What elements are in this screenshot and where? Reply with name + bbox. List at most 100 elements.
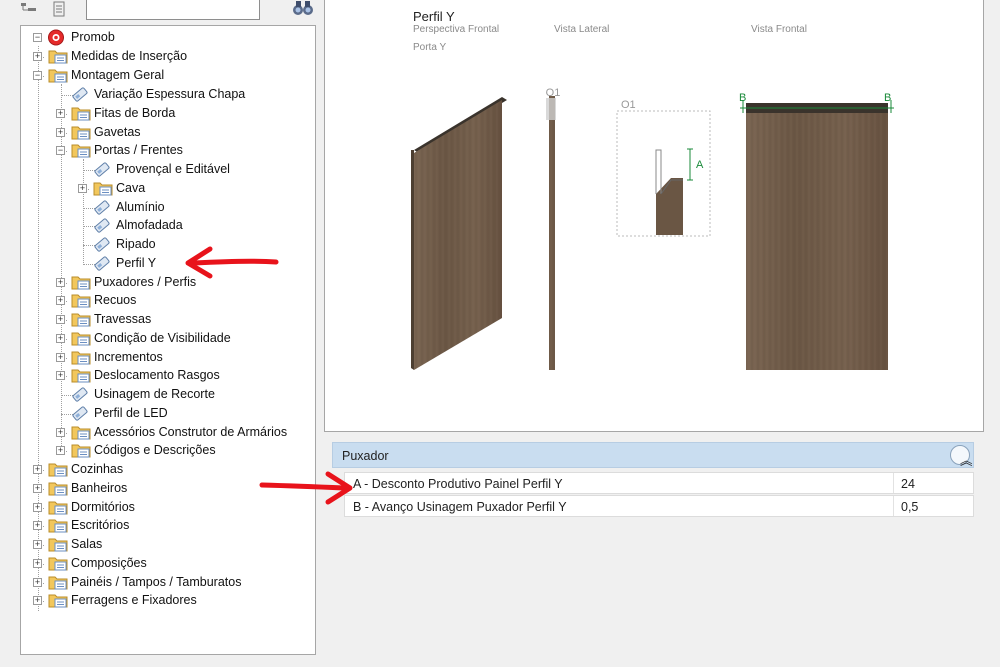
folder-icon	[71, 330, 91, 347]
tree-node[interactable]: Alumínio	[21, 199, 311, 217]
collapse-toggle[interactable]: −	[56, 146, 65, 155]
tree-node[interactable]: Usinagem de Recorte	[21, 386, 311, 404]
config-item-icon	[71, 386, 89, 403]
tree-node[interactable]: + Cava	[21, 180, 311, 198]
folder-icon	[48, 536, 68, 553]
list-view-icon[interactable]	[50, 1, 68, 17]
section-header-puxador[interactable]: Puxador ︽	[332, 442, 974, 468]
folder-icon	[48, 555, 68, 572]
tree-node-label: Portas / Frentes	[94, 143, 183, 157]
tree-node-label: Salas	[71, 537, 103, 551]
tree-node-label: Fitas de Borda	[94, 106, 176, 120]
folder-icon	[48, 480, 68, 497]
o1-marker-label: O1	[546, 87, 561, 99]
tree-node[interactable]: + Travessas	[21, 311, 311, 329]
tree-node-label: Provençal e Editável	[116, 162, 230, 176]
tree-node[interactable]: + Fitas de Borda	[21, 105, 311, 123]
expand-toggle[interactable]: +	[56, 128, 65, 137]
tree-node-label: Cava	[116, 181, 146, 195]
tree-node[interactable]: Almofadada	[21, 217, 311, 235]
collapse-section-button[interactable]: ︽	[950, 445, 973, 468]
expand-toggle[interactable]: +	[33, 484, 42, 493]
tree-node-label: Perfil Y	[116, 256, 157, 270]
perspective-door	[411, 97, 507, 370]
tree-node-label: Gavetas	[94, 125, 141, 139]
expand-toggle[interactable]: +	[33, 52, 42, 61]
column-divider	[893, 496, 894, 516]
property-value-input[interactable]: 24	[901, 477, 915, 491]
preview-panel: Perfil Y Perspectiva Frontal Vista Later…	[324, 0, 984, 432]
tree-node-label: Travessas	[94, 312, 152, 326]
tree-node[interactable]: − Portas / Frentes	[21, 142, 311, 160]
tree-node-label: Alumínio	[116, 200, 165, 214]
tree-node[interactable]: Perfil de LED	[21, 405, 311, 423]
tree-node[interactable]: + Escritórios	[21, 517, 311, 535]
tree-node[interactable]: + Medidas de Inserção	[21, 48, 311, 66]
annotation-arrow	[259, 471, 353, 505]
expand-toggle[interactable]: +	[56, 446, 65, 455]
tree-node[interactable]: + Incrementos	[21, 349, 311, 367]
expand-toggle[interactable]: +	[56, 278, 65, 287]
tree-search-input[interactable]	[86, 0, 260, 20]
expand-toggle[interactable]: +	[56, 109, 65, 118]
folder-icon	[71, 292, 91, 309]
tree-node-label: Cozinhas	[71, 462, 124, 476]
config-item-icon	[93, 236, 111, 253]
dimension-b-left-label: B	[739, 92, 746, 104]
expand-toggle[interactable]: +	[56, 428, 65, 437]
expand-toggle[interactable]: +	[33, 521, 42, 530]
dimension-a-label: A	[696, 159, 704, 171]
expand-toggle[interactable]: +	[33, 540, 42, 549]
folder-icon	[71, 424, 91, 441]
property-label: B - Avanço Usinagem Puxador Perfil Y	[353, 500, 567, 514]
folder-icon	[71, 442, 91, 459]
expand-toggle[interactable]: +	[33, 578, 42, 587]
expand-toggle[interactable]: +	[56, 371, 65, 380]
tree-node-label: Recuos	[94, 293, 137, 307]
tree-node[interactable]: + Painéis / Tampos / Tamburatos	[21, 574, 311, 592]
expand-toggle[interactable]: +	[56, 296, 65, 305]
annotation-arrow	[185, 246, 279, 279]
side-view-panel: O1	[546, 87, 561, 370]
collapse-toggle[interactable]: −	[33, 71, 42, 80]
tree-node[interactable]: + Acessórios Construtor de Armários	[21, 424, 311, 442]
tree-node[interactable]: + Códigos e Descrições	[21, 442, 311, 460]
tree-node[interactable]: + Condição de Visibilidade	[21, 330, 311, 348]
tree-node[interactable]: − Montagem Geral	[21, 67, 311, 85]
tree-node[interactable]: + Deslocamento Rasgos	[21, 367, 311, 385]
expand-toggle[interactable]: +	[33, 596, 42, 605]
expand-toggle[interactable]: +	[33, 503, 42, 512]
tree-node[interactable]: + Recuos	[21, 292, 311, 310]
folder-icon	[71, 105, 91, 122]
property-row[interactable]: B - Avanço Usinagem Puxador Perfil Y 0,5	[344, 495, 974, 517]
binoculars-search-icon[interactable]	[292, 0, 314, 16]
folder-icon	[71, 349, 91, 366]
tree-node[interactable]: + Ferragens e Fixadores	[21, 592, 311, 610]
collapse-toggle[interactable]: −	[33, 33, 42, 42]
section-title: Puxador	[342, 449, 389, 463]
property-row[interactable]: A - Desconto Produtivo Painel Perfil Y 2…	[344, 472, 974, 494]
tree-node[interactable]: Variação Espessura Chapa	[21, 86, 311, 104]
folder-icon	[48, 48, 68, 65]
folder-icon	[71, 274, 91, 291]
expand-toggle[interactable]: +	[56, 353, 65, 362]
tree-node[interactable]: + Composições	[21, 555, 311, 573]
expand-toggle[interactable]: +	[78, 184, 87, 193]
tree-node-promob[interactable]: − Promob	[21, 29, 311, 47]
expand-toggle[interactable]: +	[56, 334, 65, 343]
tree-node[interactable]: + Gavetas	[21, 124, 311, 142]
front-view-door: B B	[739, 92, 894, 370]
folder-icon	[48, 67, 68, 84]
tree-node-label: Usinagem de Recorte	[94, 387, 215, 401]
tree-node[interactable]: + Salas	[21, 536, 311, 554]
tree-node-label: Condição de Visibilidade	[94, 331, 231, 345]
folder-icon	[71, 142, 91, 159]
expand-toggle[interactable]: +	[56, 315, 65, 324]
tree-view-icon[interactable]	[20, 1, 38, 17]
expand-toggle[interactable]: +	[33, 559, 42, 568]
property-value-input[interactable]: 0,5	[901, 500, 918, 514]
promob-logo-icon	[48, 29, 64, 46]
tree-node[interactable]: Provençal e Editável	[21, 161, 311, 179]
expand-toggle[interactable]: +	[33, 465, 42, 474]
folder-icon	[71, 124, 91, 141]
